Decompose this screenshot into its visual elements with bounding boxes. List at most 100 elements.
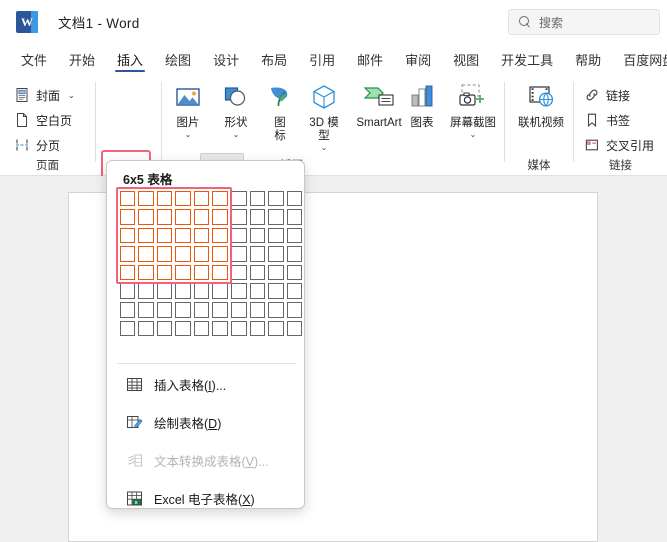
table-size-cell-10x8[interactable]	[285, 319, 304, 338]
table-size-cell-9x4[interactable]	[267, 245, 286, 264]
table-size-cell-10x3[interactable]	[285, 226, 304, 245]
bookmark-command[interactable]: 书签	[584, 109, 630, 131]
menu-item-draw-table[interactable]: 绘制表格(D)	[117, 407, 297, 437]
tab-baidu-netdisk[interactable]: 百度网盘	[612, 44, 667, 74]
table-size-cell-5x1[interactable]	[192, 189, 211, 208]
table-size-cell-6x8[interactable]	[211, 319, 230, 338]
table-size-cell-6x4[interactable]	[211, 245, 230, 264]
table-size-cell-5x7[interactable]	[192, 301, 211, 320]
tab-developer[interactable]: 开发工具	[490, 44, 564, 74]
table-size-cell-3x4[interactable]	[155, 245, 174, 264]
insert-chart-button[interactable]: 图表	[398, 78, 446, 152]
table-size-cell-1x2[interactable]	[118, 208, 137, 227]
table-size-cell-2x7[interactable]	[137, 301, 156, 320]
search-box[interactable]: 搜索	[508, 9, 660, 35]
table-size-cell-3x6[interactable]	[155, 282, 174, 301]
table-size-cell-1x7[interactable]	[118, 301, 137, 320]
table-size-cell-5x5[interactable]	[192, 263, 211, 282]
screenshot-button[interactable]: 屏幕截图 ⌄	[442, 78, 504, 152]
table-size-cell-10x4[interactable]	[285, 245, 304, 264]
table-size-cell-8x3[interactable]	[248, 226, 267, 245]
table-size-cell-3x5[interactable]	[155, 263, 174, 282]
insert-picture-button[interactable]: 图片 ⌄	[164, 78, 212, 152]
table-size-cell-4x6[interactable]	[174, 282, 193, 301]
table-size-cell-7x4[interactable]	[230, 245, 249, 264]
table-size-cell-8x2[interactable]	[248, 208, 267, 227]
blank-page-command[interactable]: 空白页	[14, 109, 72, 131]
tab-layout[interactable]: 布局	[250, 44, 298, 74]
table-size-cell-8x6[interactable]	[248, 282, 267, 301]
tab-draw[interactable]: 绘图	[154, 44, 202, 74]
table-size-cell-2x6[interactable]	[137, 282, 156, 301]
document-canvas[interactable]	[0, 176, 667, 542]
table-size-cell-7x6[interactable]	[230, 282, 249, 301]
table-size-cell-1x1[interactable]	[118, 189, 137, 208]
table-size-cell-7x1[interactable]	[230, 189, 249, 208]
table-size-cell-8x1[interactable]	[248, 189, 267, 208]
table-size-cell-5x8[interactable]	[192, 319, 211, 338]
table-size-cell-5x4[interactable]	[192, 245, 211, 264]
cross-reference-command[interactable]: 交叉引用	[584, 134, 654, 156]
tab-design[interactable]: 设计	[202, 44, 250, 74]
table-size-grid[interactable]	[118, 189, 304, 338]
table-size-cell-4x4[interactable]	[174, 245, 193, 264]
table-size-cell-2x8[interactable]	[137, 319, 156, 338]
table-size-cell-4x2[interactable]	[174, 208, 193, 227]
chevron-down-icon[interactable]: ⌄	[470, 130, 477, 139]
table-size-cell-6x1[interactable]	[211, 189, 230, 208]
table-size-cell-3x3[interactable]	[155, 226, 174, 245]
link-command[interactable]: 链接	[584, 84, 630, 106]
table-size-cell-3x8[interactable]	[155, 319, 174, 338]
table-size-cell-6x6[interactable]	[211, 282, 230, 301]
chevron-down-icon[interactable]: ⌄	[233, 130, 240, 139]
table-size-cell-1x5[interactable]	[118, 263, 137, 282]
tab-help[interactable]: 帮助	[564, 44, 612, 74]
insert-3d-model-button[interactable]: 3D 模 型 ⌄	[296, 78, 352, 152]
table-size-cell-10x2[interactable]	[285, 208, 304, 227]
page-break-command[interactable]: 分页	[14, 134, 60, 156]
table-size-cell-1x6[interactable]	[118, 282, 137, 301]
table-size-cell-1x4[interactable]	[118, 245, 137, 264]
tab-home[interactable]: 开始	[58, 44, 106, 74]
table-size-cell-1x8[interactable]	[118, 319, 137, 338]
table-size-cell-6x2[interactable]	[211, 208, 230, 227]
menu-item-insert-table[interactable]: 插入表格(I)...	[117, 369, 297, 399]
table-size-cell-2x2[interactable]	[137, 208, 156, 227]
chevron-down-icon[interactable]: ⌄	[321, 143, 328, 152]
insert-shapes-button[interactable]: 形状 ⌄	[212, 78, 260, 152]
table-size-cell-8x8[interactable]	[248, 319, 267, 338]
table-size-cell-2x3[interactable]	[137, 226, 156, 245]
table-size-cell-9x5[interactable]	[267, 263, 286, 282]
table-size-cell-9x8[interactable]	[267, 319, 286, 338]
table-size-cell-3x2[interactable]	[155, 208, 174, 227]
menu-item-excel-spreadsheet[interactable]: x Excel 电子表格(X)	[117, 483, 297, 508]
table-size-cell-7x5[interactable]	[230, 263, 249, 282]
table-size-cell-10x1[interactable]	[285, 189, 304, 208]
table-size-cell-4x7[interactable]	[174, 301, 193, 320]
table-size-cell-7x8[interactable]	[230, 319, 249, 338]
table-size-cell-8x5[interactable]	[248, 263, 267, 282]
tab-review[interactable]: 审阅	[394, 44, 442, 74]
tab-file[interactable]: 文件	[10, 44, 58, 74]
table-size-cell-10x5[interactable]	[285, 263, 304, 282]
table-size-cell-6x7[interactable]	[211, 301, 230, 320]
table-size-cell-7x3[interactable]	[230, 226, 249, 245]
table-size-cell-2x1[interactable]	[137, 189, 156, 208]
table-size-cell-5x2[interactable]	[192, 208, 211, 227]
chevron-down-icon[interactable]: ⌄	[185, 130, 192, 139]
table-size-cell-3x7[interactable]	[155, 301, 174, 320]
table-size-cell-9x6[interactable]	[267, 282, 286, 301]
table-size-cell-5x3[interactable]	[192, 226, 211, 245]
cover-page-command[interactable]: 封面 ⌄	[14, 84, 75, 106]
table-size-cell-2x5[interactable]	[137, 263, 156, 282]
table-size-cell-4x8[interactable]	[174, 319, 193, 338]
tab-mailings[interactable]: 邮件	[346, 44, 394, 74]
table-size-cell-9x3[interactable]	[267, 226, 286, 245]
table-size-cell-5x6[interactable]	[192, 282, 211, 301]
table-size-cell-9x1[interactable]	[267, 189, 286, 208]
table-size-cell-6x5[interactable]	[211, 263, 230, 282]
online-video-button[interactable]: 联机视频	[511, 78, 571, 152]
tab-insert[interactable]: 插入	[106, 44, 154, 74]
table-size-cell-2x4[interactable]	[137, 245, 156, 264]
table-size-cell-1x3[interactable]	[118, 226, 137, 245]
